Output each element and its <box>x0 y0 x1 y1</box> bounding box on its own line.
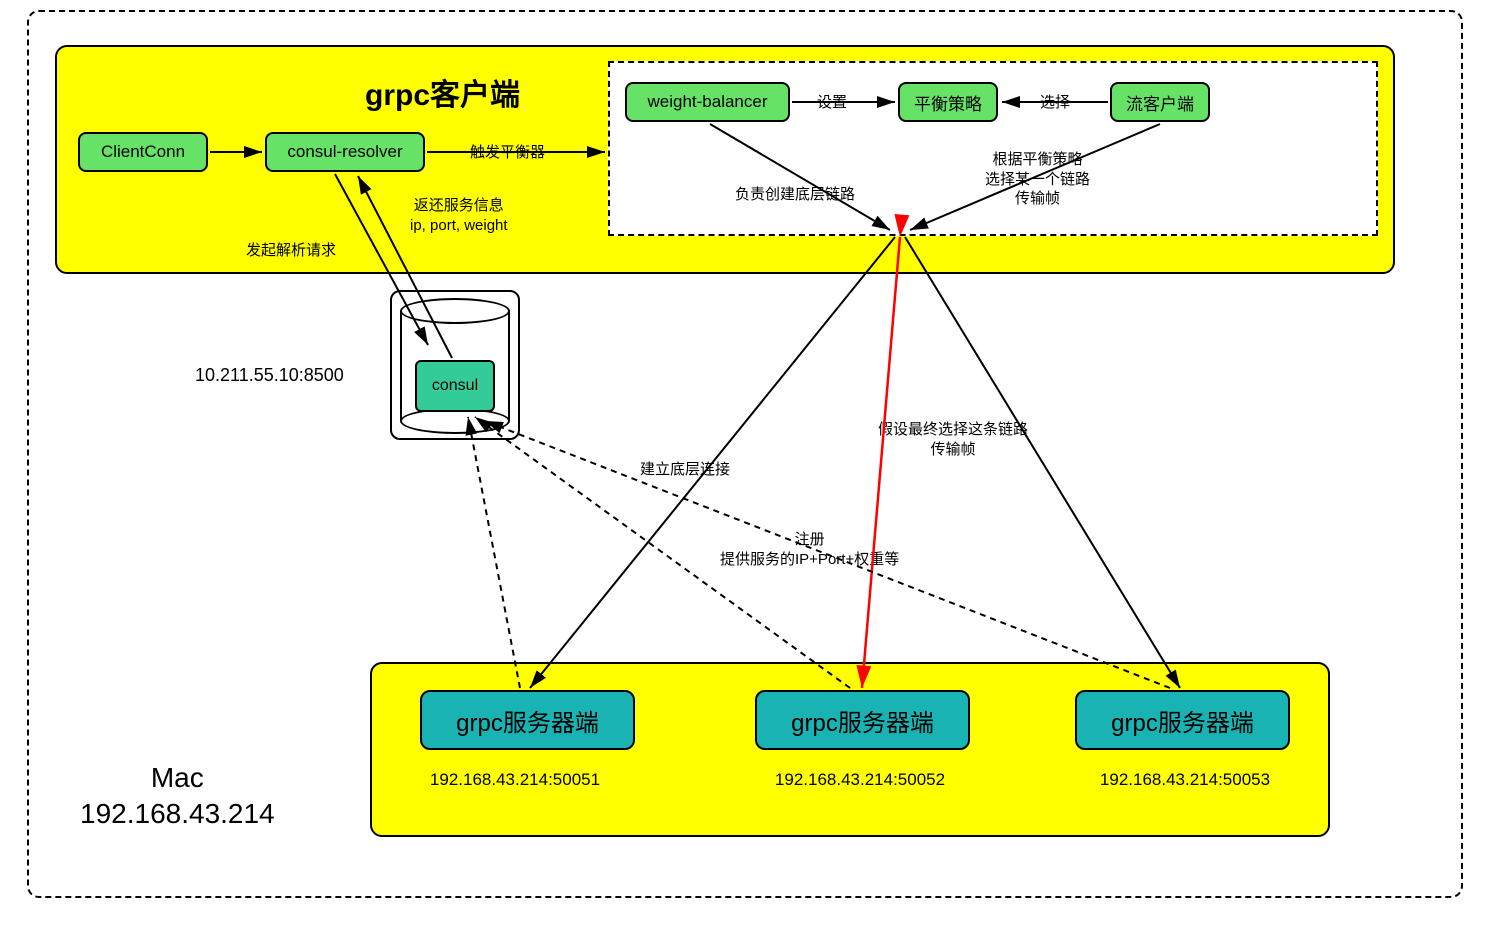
server-3-address: 192.168.43.214:50053 <box>1090 770 1280 790</box>
resolver-label: consul-resolver <box>287 142 402 162</box>
grpc-server-2-label: grpc服务器端 <box>791 703 934 738</box>
edge-assume-select-label: 假设最终选择这条链路 传输帧 <box>878 420 1028 459</box>
clientconn-node: ClientConn <box>78 132 208 172</box>
grpc-server-1: grpc服务器端 <box>420 690 635 750</box>
consul-label: consul <box>432 377 478 395</box>
grpc-server-2: grpc服务器端 <box>755 690 970 750</box>
weight-balancer-node: weight-balancer <box>625 82 790 122</box>
server-2-address: 192.168.43.214:50052 <box>765 770 955 790</box>
edge-send-resolve-label: 发起解析请求 <box>246 241 336 261</box>
policy-label: 平衡策略 <box>914 90 982 115</box>
edge-return-info-label: 返还服务信息 ip, port, weight <box>410 196 508 235</box>
clientconn-label: ClientConn <box>101 142 185 162</box>
edge-build-conn-label: 建立底层连接 <box>640 460 730 480</box>
stream-client-node: 流客户端 <box>1110 82 1210 122</box>
edge-register-label: 注册 提供服务的IP+Port+权重等 <box>720 530 899 569</box>
consul-node: consul <box>415 360 495 412</box>
edge-trigger-balancer-label: 触发平衡器 <box>470 143 545 163</box>
server-1-address: 192.168.43.214:50051 <box>420 770 610 790</box>
balance-policy-node: 平衡策略 <box>898 82 998 122</box>
consul-resolver-node: consul-resolver <box>265 132 425 172</box>
grpc-server-3: grpc服务器端 <box>1075 690 1290 750</box>
edge-pick-link-label: 根据平衡策略 选择某一个链路 传输帧 <box>985 150 1090 209</box>
grpc-server-1-label: grpc服务器端 <box>456 703 599 738</box>
edge-set-label: 设置 <box>817 93 847 113</box>
grpc-client-title: grpc客户端 <box>365 70 520 114</box>
mac-host-label: Mac 192.168.43.214 <box>80 760 275 833</box>
stream-label: 流客户端 <box>1126 90 1194 115</box>
edge-select-label: 选择 <box>1040 93 1070 113</box>
grpc-server-3-label: grpc服务器端 <box>1111 703 1254 738</box>
weight-balancer-label: weight-balancer <box>647 92 767 112</box>
edge-create-link-label: 负责创建底层链路 <box>735 185 855 205</box>
mac-host-text: Mac 192.168.43.214 <box>80 762 275 829</box>
consul-address-label: 10.211.55.10:8500 <box>195 365 344 386</box>
